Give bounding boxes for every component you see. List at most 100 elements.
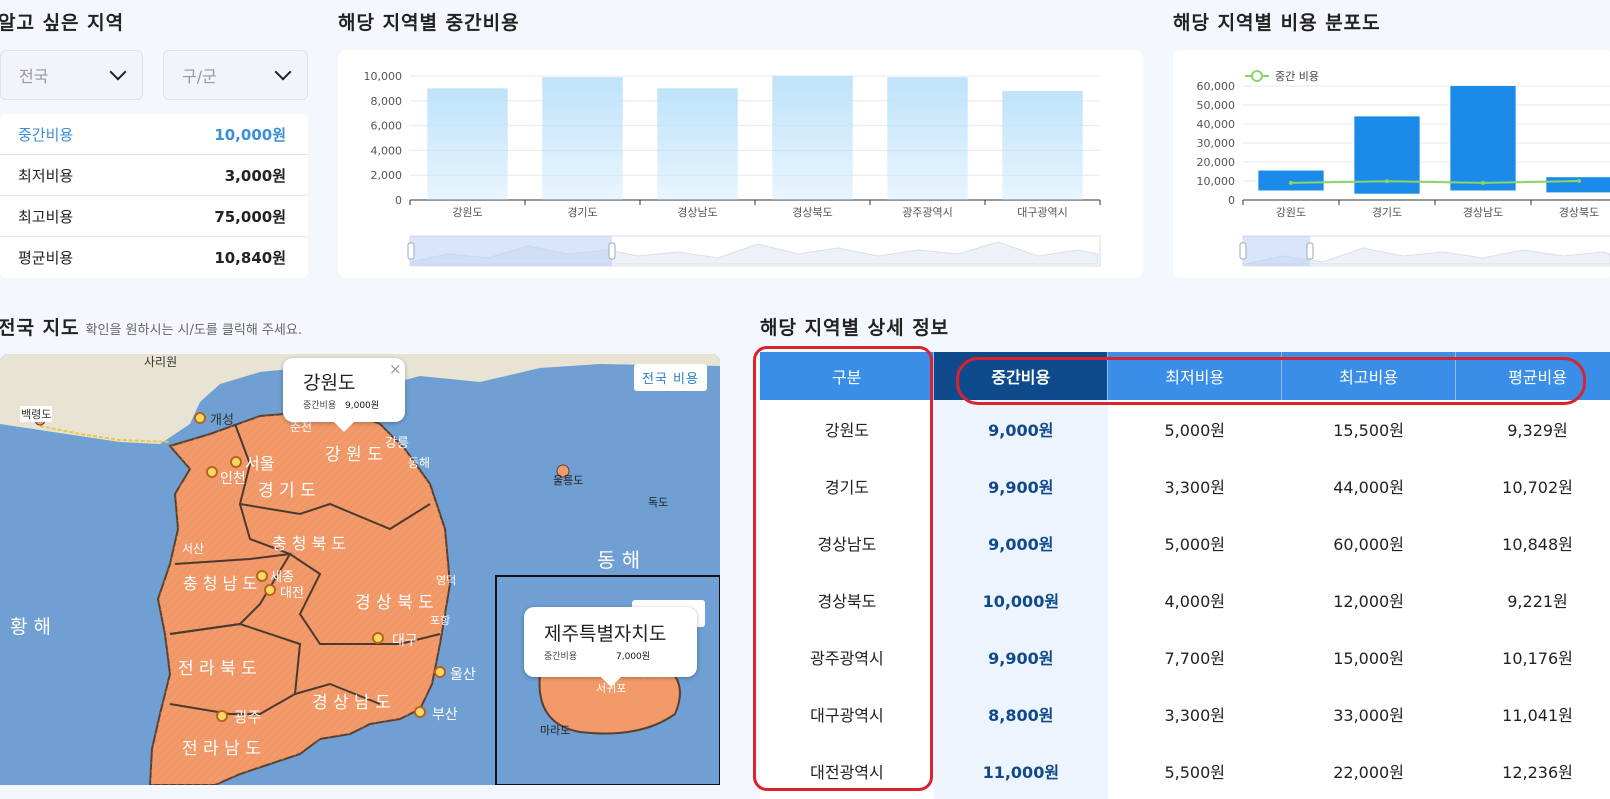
zoom-handle-left[interactable] [1239, 242, 1247, 260]
distribution-chart: 중간 비용 0 10,000 20,000 30,000 40,000 50,000 60,… [1197, 70, 1610, 267]
table-cell: 10,702원 [1455, 457, 1610, 514]
map-title-text: 전국 지도 [0, 317, 80, 339]
median-point[interactable] [1289, 180, 1293, 185]
bar[interactable] [772, 76, 853, 200]
table-cell: 5,000원 [1107, 514, 1282, 571]
region-title: 알고 싶은 지역 [0, 12, 125, 34]
y-tick-label: 2,000 [371, 169, 403, 182]
y-tick-label: 20,000 [1197, 156, 1236, 169]
close-icon[interactable]: × [389, 360, 402, 378]
zoom-window[interactable] [1243, 236, 1310, 266]
range-bar[interactable] [1450, 86, 1516, 191]
zoom-handle-right[interactable] [1306, 242, 1314, 260]
map-label: 충 청 남 도 [183, 574, 258, 593]
median-bar-chart: 0 2,000 4,000 6,000 8,000 10,000 강원도 경기도 경상남도 경상북… [364, 70, 1101, 267]
table-cell: 5,500원 [1107, 742, 1282, 799]
x-tick-label: 경기도 [567, 206, 597, 219]
table-cell: 5,000원 [1107, 400, 1282, 457]
table-cell: 10,848원 [1455, 514, 1610, 571]
bar[interactable] [657, 88, 738, 200]
table-cell: 7,700원 [1107, 628, 1282, 685]
zoom-handle-left[interactable] [407, 242, 415, 260]
stat-value: 3,000원 [224, 166, 286, 185]
table-cell: 4,000원 [1107, 571, 1282, 628]
table-cell: 9,900원 [933, 457, 1108, 514]
table-cell: 9,900원 [933, 628, 1108, 685]
x-tick-label: 광주광역시 [902, 206, 953, 219]
x-tick-label: 경상북도 [1559, 206, 1599, 219]
map-label: 영덕 [436, 574, 457, 587]
map-title: 전국 지도 확인을 원하시는 시/도를 클릭해 주세요. [0, 313, 302, 340]
map-label: 울산 [450, 667, 476, 683]
popup-region-name: 제주특별자치도 [544, 623, 667, 645]
nation-cost-button[interactable]: 전국 비용 [634, 364, 707, 391]
dist-chart-title: 해당 지역별 비용 분포도 [1173, 12, 1381, 34]
highlight-region-column [753, 346, 933, 791]
map-label: 광주 [234, 708, 262, 726]
gugun-select[interactable]: 구/군 [163, 50, 308, 100]
bar[interactable] [427, 88, 508, 200]
map-label: 독도 [648, 496, 669, 509]
legend-label[interactable]: 중간 비용 [1275, 70, 1319, 83]
y-tick-label: 10,000 [364, 70, 403, 83]
map-label: 인천 [220, 471, 246, 487]
table-cell: 22,000원 [1281, 742, 1456, 799]
map-label: 대구 [392, 633, 418, 649]
table-cell: 60,000원 [1281, 514, 1456, 571]
table-cell: 44,000원 [1281, 457, 1456, 514]
table-cell: 8,800원 [933, 685, 1108, 742]
table-cell: 15,500원 [1281, 400, 1456, 457]
median-point[interactable] [1385, 179, 1389, 184]
map-label: 경 상 북 도 [355, 593, 434, 613]
highlight-header-row [956, 357, 1586, 405]
table-cell: 9,221원 [1455, 571, 1610, 628]
sido-select[interactable]: 전국 [0, 50, 143, 100]
zoom-window[interactable] [410, 236, 612, 266]
bar[interactable] [542, 77, 623, 200]
y-tick-label: 60,000 [1197, 80, 1236, 93]
table-cell: 9,329원 [1455, 400, 1610, 457]
x-tick-label: 경상남도 [677, 206, 717, 219]
table-cell: 11,041원 [1455, 685, 1610, 742]
y-tick-label: 4,000 [371, 144, 403, 157]
bar[interactable] [1002, 90, 1083, 200]
zoom-handle-right[interactable] [608, 242, 616, 260]
bar[interactable] [887, 77, 968, 200]
map-subtitle: 확인을 원하시는 시/도를 클릭해 주세요. [85, 323, 302, 338]
korea-map[interactable]: 사리원 백령도 개성 춘천 강 원 도 강릉 동해 서울 인천 경 기 도 울릉… [0, 354, 720, 785]
range-bar[interactable] [1258, 170, 1324, 191]
table-cell: 9,000원 [933, 514, 1108, 571]
popup-label: 중간비용 [544, 652, 578, 662]
median-point[interactable] [1577, 179, 1581, 183]
chevron-down-icon [274, 63, 292, 81]
median-point[interactable] [1481, 180, 1485, 185]
stat-label: 최고비용 [18, 207, 74, 226]
map-label: 강릉 [385, 436, 409, 451]
map-label: 개성 [210, 413, 234, 428]
y-tick-label: 10,000 [1197, 175, 1236, 188]
popup-value: 9,000원 [345, 401, 380, 411]
stat-label: 평균비용 [18, 249, 74, 267]
stats-panel: 중간비용 10,000원 최저비용 3,000원 최고비용 75,000원 평균… [0, 114, 308, 278]
median-chart-card: 0 2,000 4,000 6,000 8,000 10,000 강원도 경기도 경상남도 경상북… [338, 50, 1143, 278]
y-tick-label: 0 [1228, 194, 1235, 207]
detail-title: 해당 지역별 상세 정보 [760, 317, 950, 339]
map-label: 서울 [245, 454, 275, 473]
map-label: 황 해 [10, 616, 51, 638]
x-tick-label: 경기도 [1372, 206, 1402, 219]
table-cell: 10,176원 [1455, 628, 1610, 685]
y-tick-label: 0 [395, 194, 402, 207]
map-label: 부산 [432, 707, 458, 723]
stat-label: 최저비용 [18, 166, 74, 185]
table-cell: 3,300원 [1107, 457, 1282, 514]
chevron-down-icon [109, 63, 127, 81]
table-cell: 9,000원 [933, 400, 1108, 457]
dist-chart-card: 중간 비용 0 10,000 20,000 30,000 40,000 50,000 60,… [1173, 50, 1610, 278]
map-label: 강 원 도 [325, 445, 383, 465]
table-cell: 11,000원 [933, 742, 1108, 799]
map-label: 울릉도 [553, 474, 584, 487]
median-chart-title: 해당 지역별 중간비용 [338, 12, 520, 34]
x-tick-label: 경상북도 [792, 206, 832, 219]
map-label: 동 해 [597, 548, 641, 572]
table-cell: 3,300원 [1107, 685, 1282, 742]
